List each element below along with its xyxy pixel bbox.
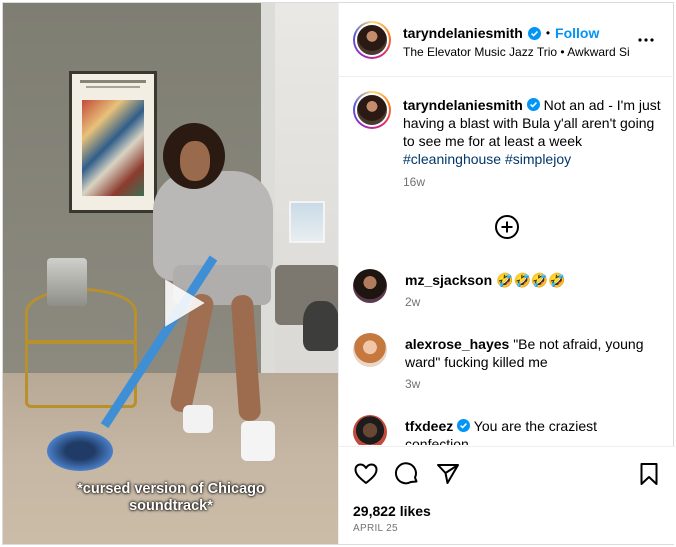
video-scene-poster — [69, 71, 157, 213]
post-date: APRIL 25 — [353, 523, 398, 534]
play-icon[interactable] — [149, 271, 213, 335]
avatar[interactable] — [353, 415, 387, 445]
likes-count[interactable]: 29,822 likes — [353, 503, 431, 519]
video-scene-mop-head — [47, 431, 113, 471]
comment-icon[interactable] — [394, 461, 420, 487]
avatar[interactable] — [353, 269, 387, 303]
heart-icon[interactable] — [353, 461, 379, 487]
video-scene-dog — [303, 301, 338, 351]
avatar[interactable] — [353, 333, 387, 367]
post-side-panel: taryndelaniesmith • Follow The Elevator … — [338, 3, 675, 544]
video-caption-line: *cursed version of Chicago — [77, 481, 265, 497]
comment-text: 🤣🤣🤣🤣 — [496, 272, 566, 288]
separator-dot: • — [545, 26, 551, 40]
add-comment-icon[interactable] — [494, 214, 520, 240]
bookmark-icon[interactable] — [636, 461, 662, 487]
caption-timestamp: 16w — [403, 175, 426, 189]
author-line: taryndelaniesmith • Follow — [403, 25, 599, 41]
verified-badge-icon — [457, 419, 471, 432]
post-actions: 29,822 likes APRIL 25 — [339, 446, 675, 544]
avatar[interactable] — [353, 21, 391, 59]
video-scene-person-sock — [241, 421, 275, 461]
video-player[interactable]: *cursed version of Chicago soundtrack* — [3, 3, 338, 544]
comment-username[interactable]: tfxdeez — [405, 418, 453, 434]
more-icon[interactable] — [636, 31, 656, 49]
video-scene-coffee-maker — [47, 258, 87, 306]
audio-track[interactable]: The Elevator Music Jazz Trio • Awkward S… — [403, 45, 629, 59]
comment-timestamp: 2w — [405, 295, 421, 309]
verified-badge-icon — [526, 98, 540, 111]
comment-body: alexrose_hayes "Be not afraid, young war… — [405, 335, 663, 371]
video-scene-person-sock — [183, 405, 213, 433]
comment-body: mz_sjackson 🤣🤣🤣🤣 — [405, 271, 663, 289]
follow-button[interactable]: Follow — [555, 25, 599, 41]
comment-username[interactable]: alexrose_hayes — [405, 336, 509, 352]
comment-item: tfxdeez You are the craziest confection — [353, 415, 665, 445]
share-icon[interactable] — [435, 461, 461, 487]
avatar[interactable] — [353, 91, 391, 129]
caption-text-block: taryndelaniesmith Not an ad - I'm just h… — [403, 96, 661, 168]
video-scene-person-face — [180, 141, 210, 181]
post-header: taryndelaniesmith • Follow The Elevator … — [339, 3, 675, 77]
post-dialog: *cursed version of Chicago soundtrack* t… — [2, 2, 675, 545]
author-username[interactable]: taryndelaniesmith — [403, 25, 523, 41]
caption-hashtags[interactable]: #cleaninghouse #simplejoy — [403, 151, 571, 167]
verified-badge-icon — [527, 26, 541, 40]
video-scene-bar-cart — [25, 288, 137, 408]
video-scene-picture — [289, 201, 325, 243]
video-caption-line: soundtrack* — [129, 498, 213, 514]
caption-username[interactable]: taryndelaniesmith — [403, 97, 523, 113]
comment-timestamp: 3w — [405, 377, 421, 391]
comment-body: tfxdeez You are the craziest confection — [405, 417, 663, 445]
video-scene-cart-shelf — [25, 340, 137, 344]
comment-username[interactable]: mz_sjackson — [405, 272, 492, 288]
